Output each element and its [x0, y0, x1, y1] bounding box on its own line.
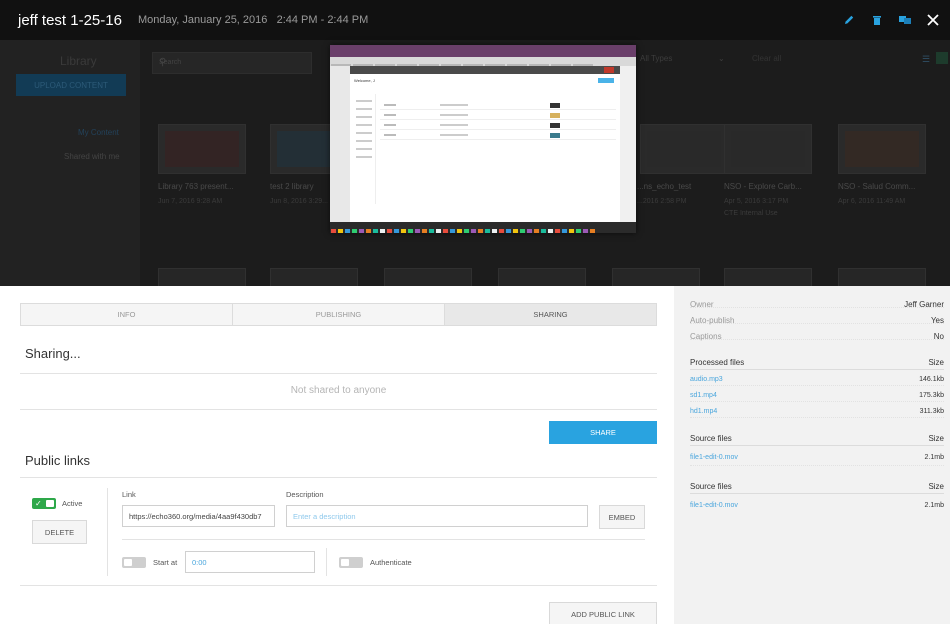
grid-view-icon[interactable] [936, 52, 948, 64]
start-at-label: Start at [153, 558, 178, 567]
tile-date: Apr 5, 2016 3:17 PM [724, 198, 789, 205]
file-row: sd1.mp4 175.3kb [690, 386, 944, 402]
authenticate-toggle[interactable] [339, 557, 363, 568]
library-tile[interactable] [158, 124, 246, 174]
info-row-auto-publish: Auto-publish Yes [690, 308, 944, 325]
public-links-heading: Public links [25, 453, 91, 468]
file-row: hd1.mp4 311.3kb [690, 402, 944, 418]
active-label: Active [62, 499, 83, 508]
sharing-heading: Sharing... [25, 346, 81, 361]
nav-shared-with-me[interactable]: Shared with me [64, 152, 120, 161]
media-title: jeff test 1-25-16 [18, 11, 122, 29]
pencil-icon[interactable] [840, 11, 858, 29]
info-row-captions: Captions No [690, 324, 944, 341]
tile-date: Jun 7, 2016 9:28 AM [158, 198, 223, 205]
library-tile[interactable] [270, 268, 358, 286]
tab-info[interactable]: INFO [21, 304, 233, 325]
divider [20, 373, 657, 374]
top-bar: jeff test 1-25-16 Monday, January 25, 20… [0, 0, 950, 40]
not-shared-message: Not shared to anyone [290, 385, 387, 396]
file-link[interactable]: audio.mp3 [690, 376, 723, 383]
media-preview-thumbnail[interactable]: Welcome, J [330, 45, 636, 233]
move-icon[interactable] [896, 11, 914, 29]
divider [326, 548, 327, 576]
tab-sharing[interactable]: SHARING [445, 304, 656, 325]
clear-all-link[interactable]: Clear all [752, 54, 781, 63]
start-at-input[interactable] [185, 551, 315, 573]
file-link[interactable]: file1-edit-0.mov [690, 502, 738, 509]
tile-date: Apr 6, 2016 11:49 AM [838, 198, 906, 205]
preview-dock [330, 222, 636, 233]
preview-browser-tabs [330, 57, 636, 68]
divider [122, 539, 645, 540]
tile-title: test 2 library [270, 182, 314, 191]
tile-title: ...ns_echo_test [637, 182, 692, 191]
info-row-owner: Owner Jeff Garner [690, 292, 944, 309]
library-tile[interactable] [640, 124, 728, 174]
library-tile[interactable] [498, 268, 586, 286]
library-tile[interactable] [384, 268, 472, 286]
library-tile[interactable] [838, 268, 926, 286]
library-tile[interactable] [724, 124, 812, 174]
file-row: file1-edit-0.mov 2.1mb [690, 446, 944, 466]
link-url-field[interactable] [122, 505, 275, 527]
check-icon: ✓ [35, 499, 42, 508]
library-tile[interactable] [724, 268, 812, 286]
chevron-down-icon: ⌄ [718, 54, 725, 63]
library-title: Library [60, 54, 97, 68]
library-tile[interactable] [612, 268, 700, 286]
library-sidebar: Library UPLOAD CONTENT My Content Shared… [0, 40, 140, 286]
tile-date: ...2016 2:58 PM [637, 198, 687, 205]
upload-content-button[interactable]: UPLOAD CONTENT [16, 74, 126, 96]
share-button[interactable]: SHARE [549, 421, 657, 444]
source-files-header: Source files Size [690, 472, 944, 494]
preview-right-panel [620, 66, 636, 222]
tile-subtitle: CTE Internal Use [724, 210, 778, 217]
divider [107, 488, 108, 576]
embed-button[interactable]: EMBED [599, 505, 645, 529]
authenticate-label: Authenticate [370, 558, 412, 567]
processed-files-header: Processed files Size [690, 348, 944, 370]
close-icon[interactable] [924, 11, 942, 29]
media-date: Monday, January 25, 2016 2:44 PM - 2:44 … [137, 14, 369, 26]
trash-icon[interactable] [868, 11, 886, 29]
delete-link-button[interactable]: DELETE [32, 520, 87, 544]
divider [20, 409, 657, 410]
divider [20, 585, 657, 586]
active-toggle[interactable]: ✓ [32, 498, 56, 509]
source-files-header: Source files Size [690, 424, 944, 446]
preview-welcome: Welcome, J [354, 78, 375, 83]
media-info-panel: Owner Jeff Garner Auto-publish Yes Capti… [674, 286, 950, 624]
file-link[interactable]: file1-edit-0.mov [690, 454, 738, 461]
tile-title: NSO - Explore Carb... [724, 182, 802, 191]
library-tile[interactable] [838, 124, 926, 174]
tab-publishing[interactable]: PUBLISHING [233, 304, 445, 325]
type-filter-select[interactable]: All Types [640, 54, 672, 63]
tile-title: Library 763 present... [158, 182, 234, 191]
detail-tabs: INFO PUBLISHING SHARING [20, 303, 657, 326]
tile-title: NSO - Salud Comm... [838, 182, 916, 191]
start-at-toggle[interactable] [122, 557, 146, 568]
file-link[interactable]: sd1.mp4 [690, 392, 717, 399]
link-label: Link [122, 490, 136, 499]
library-tile[interactable] [158, 268, 246, 286]
search-icon: ⚲ [159, 57, 167, 68]
description-label: Description [286, 490, 324, 499]
list-view-icon[interactable]: ☰ [922, 54, 930, 65]
preview-title-bar [330, 45, 636, 57]
nav-my-content[interactable]: My Content [78, 128, 119, 137]
preview-page: Welcome, J [350, 66, 620, 222]
file-row: audio.mp3 146.1kb [690, 370, 944, 386]
file-link[interactable]: hd1.mp4 [690, 408, 717, 415]
header-actions [840, 0, 942, 40]
file-row: file1-edit-0.mov 2.1mb [690, 502, 944, 509]
preview-left-panel [330, 66, 350, 222]
divider [20, 477, 657, 478]
add-public-link-button[interactable]: ADD PUBLIC LINK [549, 602, 657, 624]
library-search-input[interactable]: Search ⚲ [152, 52, 312, 74]
tile-date: Jun 8, 2016 3:29... [270, 198, 328, 205]
description-input[interactable] [286, 505, 588, 527]
